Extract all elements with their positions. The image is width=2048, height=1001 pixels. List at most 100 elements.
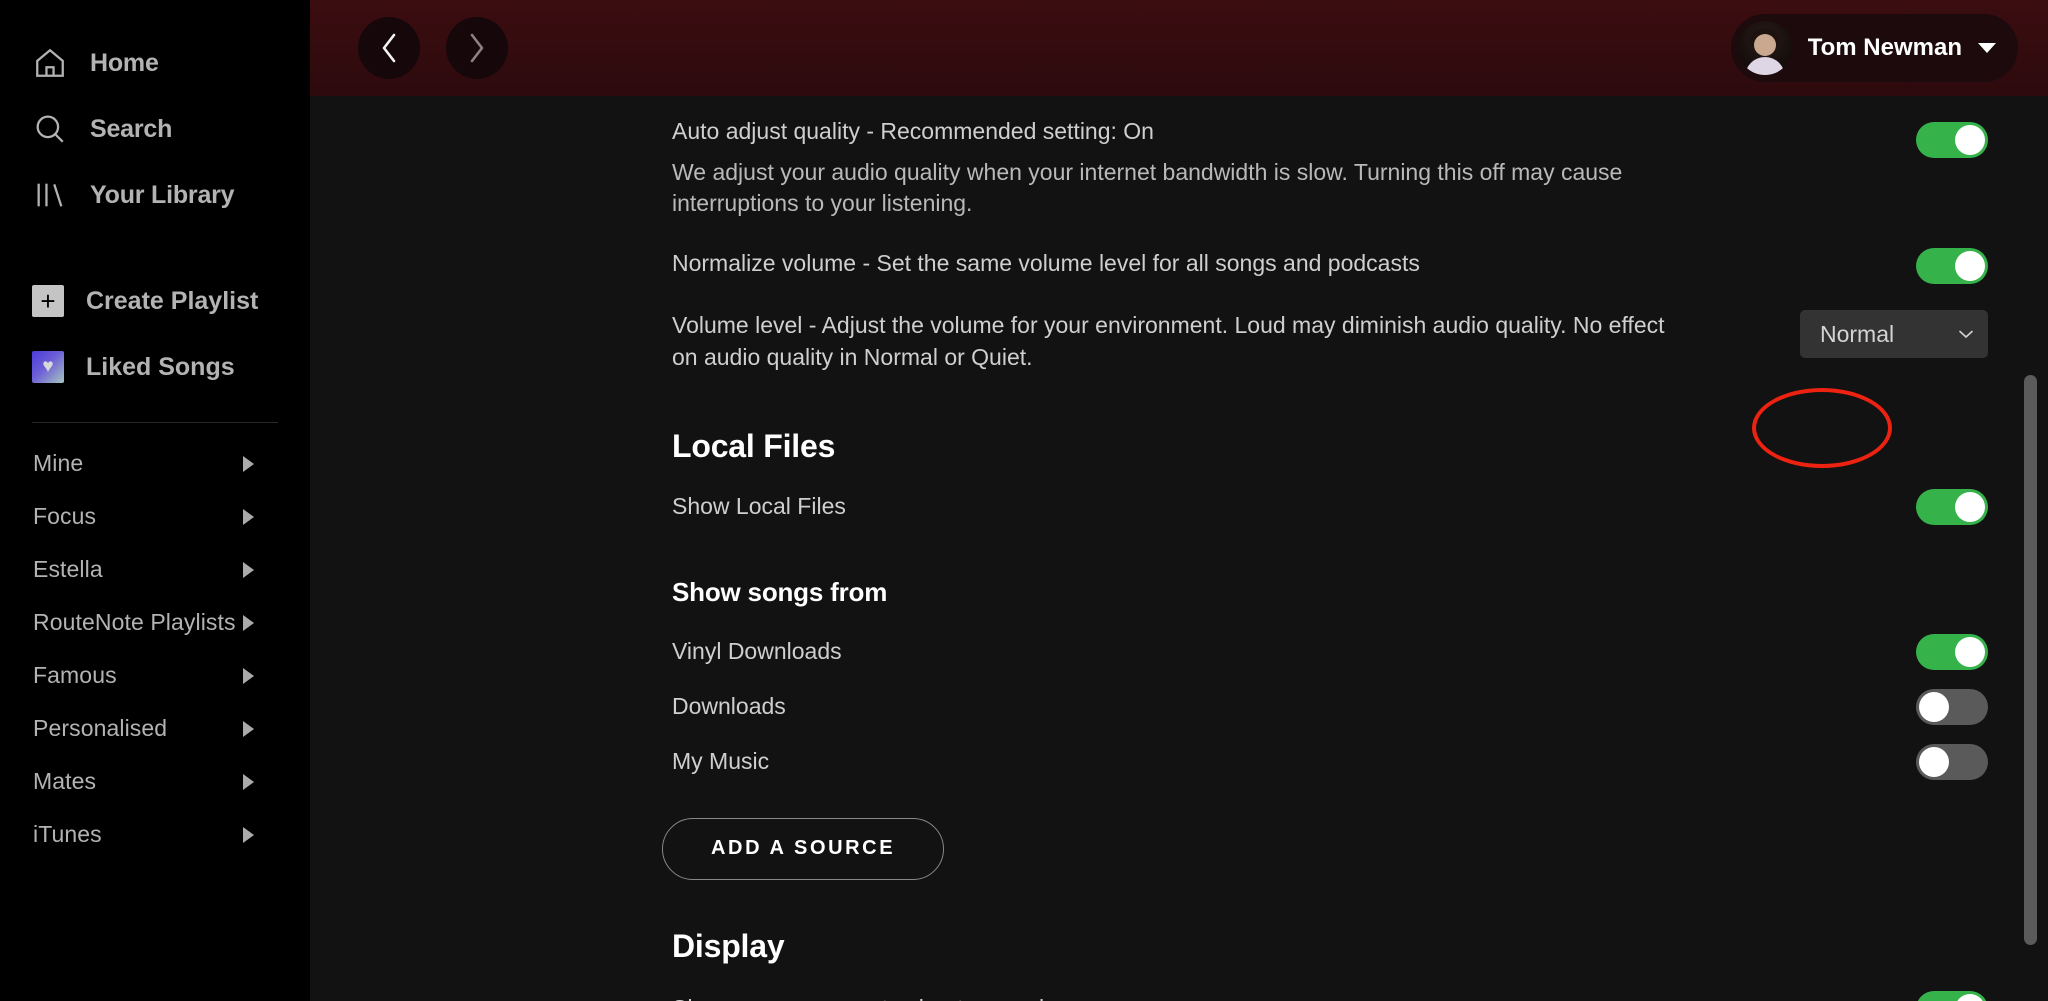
- heart-icon: ♥: [32, 351, 64, 383]
- source-row-downloads: Downloads: [310, 688, 2048, 725]
- source-label: My Music: [672, 747, 770, 774]
- show-local-files-toggle[interactable]: [1916, 488, 1988, 525]
- caret-right-icon[interactable]: [243, 508, 254, 525]
- caret-right-icon[interactable]: [243, 614, 254, 631]
- show-local-files-label: Show Local Files: [672, 492, 846, 519]
- auto-adjust-title: Auto adjust quality - Recommended settin…: [672, 118, 1154, 144]
- primary-nav: Home Search Your Library: [0, 30, 310, 228]
- folder-label: Mates: [33, 768, 97, 794]
- auto-adjust-control: [1886, 116, 1988, 158]
- user-name: Tom Newman: [1807, 34, 1962, 61]
- display-item-control: [1886, 990, 1988, 1001]
- volume-level-text: Volume level - Adjust the volume for you…: [672, 310, 1682, 373]
- playlist-folder-list: Mine Focus Estella RouteNote Playlists F…: [0, 431, 310, 861]
- display-heading: Display: [672, 927, 785, 964]
- source-label: Vinyl Downloads: [672, 637, 842, 664]
- create-playlist-button[interactable]: + Create Playlist: [0, 268, 310, 334]
- sidebar: Home Search Your Library + Create Playli…: [0, 0, 310, 1001]
- settings-scroll-area[interactable]: Auto adjust quality - Recommended settin…: [310, 96, 2048, 1001]
- sidebar-item-label: Home: [90, 48, 159, 77]
- toggle-knob: [1919, 746, 1949, 777]
- folder-label: Focus: [33, 503, 97, 529]
- back-button[interactable]: [358, 17, 420, 79]
- auto-adjust-text: Auto adjust quality - Recommended settin…: [672, 116, 1682, 220]
- display-item-label: Show announcements about new releases: [672, 993, 1105, 1001]
- source-text: My Music: [672, 746, 769, 778]
- toggle-knob: [1955, 491, 1985, 522]
- toggle-knob: [1919, 691, 1949, 722]
- forward-button[interactable]: [446, 17, 508, 79]
- caret-right-icon[interactable]: [243, 455, 254, 472]
- sidebar-folder-mates[interactable]: Mates: [0, 755, 310, 808]
- sidebar-item-home[interactable]: Home: [0, 30, 310, 96]
- caret-right-icon[interactable]: [243, 720, 254, 737]
- sidebar-folder-itunes[interactable]: iTunes: [0, 808, 310, 861]
- caret-right-icon[interactable]: [243, 773, 254, 790]
- volume-level-value: Normal: [1820, 320, 1895, 347]
- caret-right-icon[interactable]: [243, 667, 254, 684]
- top-bar: Tom Newman: [310, 0, 2048, 96]
- folder-label: Mine: [33, 450, 84, 476]
- chevron-left-icon: [382, 33, 396, 63]
- normalize-volume-text: Normalize volume - Set the same volume l…: [672, 248, 1420, 280]
- vertical-scrollbar-thumb[interactable]: [2024, 375, 2037, 945]
- sidebar-folder-personalised[interactable]: Personalised: [0, 702, 310, 755]
- folder-label: Estella: [33, 556, 103, 582]
- setting-show-local-files: Show Local Files: [310, 488, 2048, 525]
- library-actions: + Create Playlist ♥ Liked Songs: [0, 268, 310, 400]
- main-panel: Tom Newman Auto adjust quality - Recomme…: [310, 0, 2048, 1001]
- avatar: [1737, 21, 1792, 75]
- setting-auto-adjust-quality: Auto adjust quality - Recommended settin…: [310, 116, 2048, 220]
- show-local-files-text: Show Local Files: [672, 491, 846, 523]
- sidebar-folder-estella[interactable]: Estella: [0, 543, 310, 596]
- local-files-heading: Local Files: [672, 427, 836, 464]
- auto-adjust-toggle[interactable]: [1916, 122, 1988, 158]
- sidebar-item-search[interactable]: Search: [0, 96, 310, 162]
- volume-level-title: Volume level - Adjust the volume for you…: [672, 312, 1665, 370]
- folder-label: RouteNote Playlists: [33, 609, 236, 635]
- normalize-volume-toggle[interactable]: [1916, 248, 1988, 285]
- show-announcements-toggle[interactable]: [1916, 990, 1988, 1001]
- setting-show-announcements: Show announcements about new releases: [310, 990, 2048, 1001]
- source-label: Downloads: [672, 692, 786, 719]
- vinyl-downloads-toggle[interactable]: [1916, 633, 1988, 670]
- toggle-knob: [1955, 993, 1985, 1001]
- show-local-files-control: [1886, 488, 1988, 525]
- source-control: [1886, 688, 1988, 725]
- spotify-settings-window: Home Search Your Library + Create Playli…: [0, 0, 2048, 1001]
- sidebar-folder-famous[interactable]: Famous: [0, 649, 310, 702]
- plus-icon: +: [32, 285, 64, 317]
- setting-volume-level: Volume level - Adjust the volume for you…: [310, 310, 2048, 373]
- normalize-volume-title: Normalize volume - Set the same volume l…: [672, 250, 1420, 277]
- add-a-source-button[interactable]: ADD A SOURCE: [662, 817, 945, 880]
- source-control: [1886, 633, 1988, 670]
- setting-normalize-volume: Normalize volume - Set the same volume l…: [310, 248, 2048, 285]
- display-item-text: Show announcements about new releases: [672, 993, 1105, 1001]
- folder-label: Famous: [33, 662, 117, 688]
- source-row-vinyl-downloads: Vinyl Downloads: [310, 633, 2048, 670]
- caret-right-icon[interactable]: [243, 561, 254, 578]
- my-music-toggle[interactable]: [1916, 743, 1988, 780]
- sidebar-folder-mine[interactable]: Mine: [0, 437, 310, 490]
- search-icon: [32, 111, 68, 147]
- chevron-down-icon: [1959, 330, 1973, 339]
- liked-songs-item[interactable]: ♥ Liked Songs: [0, 334, 310, 400]
- sidebar-item-label: Search: [90, 114, 173, 143]
- sidebar-folder-focus[interactable]: Focus: [0, 490, 310, 543]
- chevron-down-icon[interactable]: [1978, 43, 1996, 53]
- downloads-toggle[interactable]: [1916, 688, 1988, 725]
- toggle-knob: [1955, 636, 1985, 667]
- sidebar-item-your-library[interactable]: Your Library: [0, 162, 310, 228]
- sidebar-folder-routenote-playlists[interactable]: RouteNote Playlists: [0, 596, 310, 649]
- liked-songs-label: Liked Songs: [86, 352, 235, 381]
- volume-level-select[interactable]: Normal: [1800, 310, 1988, 359]
- sidebar-divider: [32, 422, 278, 423]
- source-control: [1886, 743, 1988, 780]
- volume-level-control: Normal: [1770, 310, 1988, 359]
- caret-right-icon[interactable]: [243, 826, 254, 843]
- auto-adjust-description: We adjust your audio quality when your i…: [672, 158, 1623, 217]
- user-menu-button[interactable]: Tom Newman: [1730, 14, 2018, 82]
- show-songs-from-heading: Show songs from: [672, 576, 888, 607]
- nav-buttons: [358, 17, 508, 79]
- normalize-volume-control: [1886, 248, 1988, 285]
